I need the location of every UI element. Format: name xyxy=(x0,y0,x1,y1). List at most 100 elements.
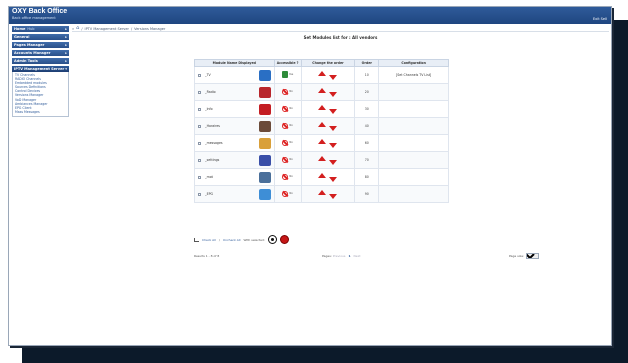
move-down-icon[interactable] xyxy=(329,126,338,131)
move-up-icon[interactable] xyxy=(318,88,327,93)
module-name: _Info xyxy=(205,107,213,111)
module-name-cell: _EPG xyxy=(194,185,275,203)
configuration-cell[interactable] xyxy=(378,168,449,186)
sidebar-item-pages-manager[interactable]: Pages Manager ▸ xyxy=(12,42,69,48)
accessible-cell: No xyxy=(273,185,302,203)
move-up-icon[interactable] xyxy=(318,156,327,161)
accessible-label: Yes xyxy=(289,73,294,76)
row-checkbox[interactable] xyxy=(198,192,201,196)
row-checkbox[interactable] xyxy=(198,175,201,179)
move-down-icon[interactable] xyxy=(329,194,338,199)
configuration-cell[interactable] xyxy=(378,151,449,169)
uncheck-all-link[interactable]: Uncheck All xyxy=(223,238,241,242)
module-name-cell: _settings xyxy=(194,151,275,169)
change-order-cell xyxy=(300,151,356,169)
sidebar-item-label: Admin Tools xyxy=(14,59,38,63)
configuration-cell[interactable]: [Set Channels TV List] xyxy=(378,66,449,84)
accessible-no-icon[interactable] xyxy=(282,173,289,180)
sidebar-item-label: Home xyxy=(14,27,26,31)
chevron-right-icon: ▸ xyxy=(65,59,67,63)
move-down-icon[interactable] xyxy=(329,92,338,97)
configuration-cell[interactable] xyxy=(378,134,449,152)
settings-icon xyxy=(258,155,271,166)
app-window: OXY Back Office Back office management E… xyxy=(8,6,612,346)
move-down-icon[interactable] xyxy=(329,160,338,165)
configuration-cell[interactable] xyxy=(378,117,449,135)
next-link[interactable]: Next xyxy=(354,254,361,258)
move-up-icon[interactable] xyxy=(318,71,327,76)
table-row: _Info No 30 xyxy=(194,100,449,118)
module-name: _EPG xyxy=(205,192,213,196)
row-checkbox[interactable] xyxy=(198,90,201,94)
submenu-item-mass-messages[interactable]: Mass Messages xyxy=(15,110,66,114)
sidebar-submenu: TV Channels RADIO Channels Embedded modu… xyxy=(12,72,69,117)
check-all-link[interactable]: Check All xyxy=(202,238,216,242)
sidebar-item-admin-tools[interactable]: Admin Tools ▸ xyxy=(12,58,69,64)
chevron-right-icon: ▸ xyxy=(65,43,67,47)
chevron-right-icon: ▸ xyxy=(65,35,67,39)
configuration-cell[interactable] xyxy=(378,100,449,118)
home-icon[interactable]: ⌂ xyxy=(76,26,79,31)
sidebar-item-home[interactable]: Home Hub ▸ xyxy=(12,26,69,32)
move-up-icon[interactable] xyxy=(318,105,327,110)
table-row: _messages No 60 xyxy=(194,134,449,152)
accessible-no-icon[interactable] xyxy=(282,122,289,129)
move-up-icon[interactable] xyxy=(318,139,327,144)
row-checkbox[interactable] xyxy=(198,107,201,111)
previous-link[interactable]: Previous xyxy=(333,254,346,258)
with-selected-label: With selected: xyxy=(243,237,265,242)
move-down-icon[interactable] xyxy=(329,143,338,148)
sidebar-item-general[interactable]: General ▸ xyxy=(12,34,69,40)
page-size-select[interactable]: 20 xyxy=(526,253,540,259)
module-name: _mot xyxy=(205,175,213,179)
pagination: Results 1 - 8 of 8 Pages: Previous 1 Nex… xyxy=(194,253,604,260)
sidebar-item-accounts-manager[interactable]: Accounts Manager ▸ xyxy=(12,50,69,56)
move-down-icon[interactable] xyxy=(329,75,338,80)
accessible-no-icon[interactable] xyxy=(282,88,289,95)
table-row: _mot No 80 xyxy=(194,168,449,186)
accessible-no-icon[interactable] xyxy=(282,190,289,197)
chevron-right-icon: » xyxy=(72,26,75,31)
breadcrumb-separator: / xyxy=(81,26,83,31)
accessible-label: No xyxy=(289,175,293,178)
accessible-cell: No xyxy=(273,117,302,135)
row-checkbox[interactable] xyxy=(198,141,201,145)
move-down-icon[interactable] xyxy=(329,177,338,182)
module-name-cell: _Horaires xyxy=(194,117,275,135)
disable-icon[interactable] xyxy=(279,235,289,244)
configuration-cell[interactable] xyxy=(378,185,449,203)
move-up-icon[interactable] xyxy=(318,173,327,178)
app-title: OXY Back Office xyxy=(12,8,68,15)
breadcrumb-iptv[interactable]: IPTV Management Server xyxy=(85,27,129,31)
row-checkbox[interactable] xyxy=(198,124,201,128)
module-name-cell: _Info xyxy=(194,100,275,118)
accessible-no-icon[interactable] xyxy=(282,139,289,146)
accessible-no-icon[interactable] xyxy=(282,105,289,112)
module-name-cell: _messages xyxy=(194,134,275,152)
sidebar: Home Hub ▸ General ▸ Pages Manager ▸ Acco… xyxy=(12,26,69,119)
pages-nav: Pages: Previous 1 Next xyxy=(322,254,361,258)
sidebar-item-sub: Hub xyxy=(27,27,35,31)
accessible-cell: No xyxy=(273,168,302,186)
row-checkbox[interactable] xyxy=(198,73,201,77)
accessible-cell: No xyxy=(273,100,302,118)
accessible-cell: No xyxy=(273,83,302,101)
move-up-icon[interactable] xyxy=(318,190,327,195)
configuration-cell[interactable] xyxy=(378,83,449,101)
order-cell: 30 xyxy=(354,100,380,118)
accessible-yes-icon[interactable] xyxy=(282,71,289,78)
move-down-icon[interactable] xyxy=(329,109,338,114)
change-order-cell xyxy=(300,185,356,203)
accessible-no-icon[interactable] xyxy=(282,156,289,163)
chevron-right-icon: ▸ xyxy=(65,51,67,55)
row-checkbox[interactable] xyxy=(198,158,201,162)
brand: OXY Back Office Back office management xyxy=(12,8,67,21)
move-up-icon[interactable] xyxy=(318,122,327,127)
breadcrumb-current: Versions Manager xyxy=(134,26,166,31)
logout-link[interactable]: Exit Sell xyxy=(593,17,607,21)
mail-icon xyxy=(258,138,271,149)
tv-icon xyxy=(258,70,271,81)
eye-icon[interactable] xyxy=(267,235,277,244)
accessible-label: No xyxy=(289,192,293,195)
order-cell: 40 xyxy=(354,117,380,135)
